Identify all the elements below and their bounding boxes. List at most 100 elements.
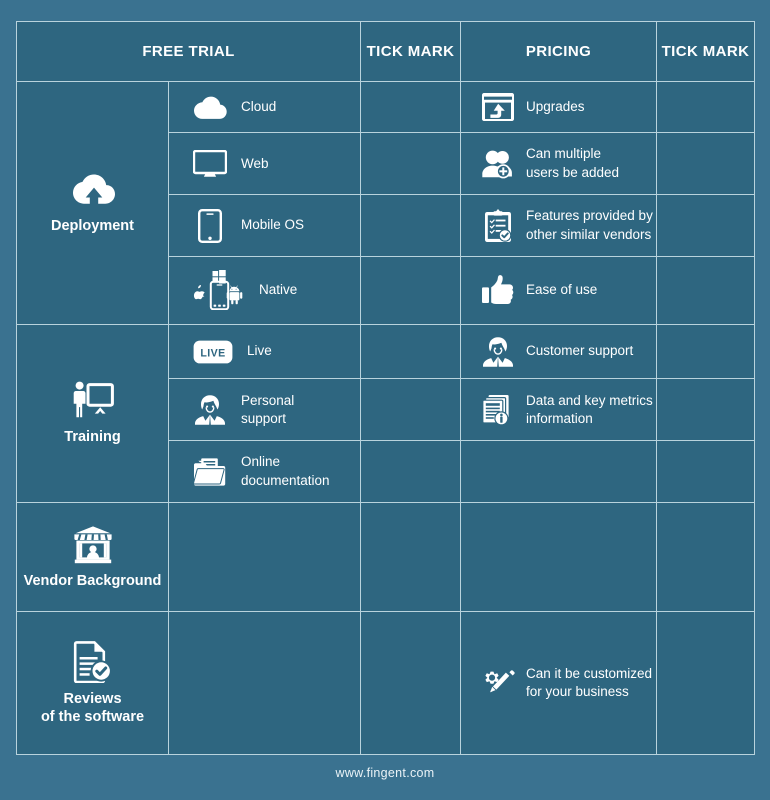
header-tick-mark-2: TICK MARK — [656, 21, 755, 82]
feature-label: Features provided by other similar vendo… — [526, 208, 653, 242]
feature-label: Ease of use — [526, 282, 598, 298]
tick-cell-pricing[interactable] — [656, 323, 755, 380]
feature-cell-personal-support: Personal support — [168, 378, 361, 442]
header-free-trial: FREE TRIAL — [16, 21, 361, 82]
feature-cell-live: LIVE Live — [168, 323, 361, 380]
tick-mark-value — [657, 82, 754, 132]
table-row: Deployment Cloud Upgrades — [16, 80, 755, 325]
matrix-table: FREE TRIAL TICK MARK PRICING TICK MARK D… — [16, 21, 755, 755]
tick-cell-pricing[interactable] — [656, 132, 755, 196]
feature-label: Data and key metrics information — [526, 392, 653, 426]
feature-cell-native: Native — [168, 255, 361, 325]
header-pricing: PRICING — [460, 21, 657, 82]
feature-label: Customer support — [526, 343, 634, 359]
tick-mark-value — [657, 379, 754, 440]
category-cell-training: Training — [16, 323, 169, 504]
tick-mark-value — [361, 325, 460, 379]
feature-label: Online documentation — [241, 454, 330, 488]
footer-url[interactable]: www.fingent.com — [336, 766, 435, 780]
tick-cell-pricing[interactable] — [656, 502, 755, 613]
feature-label — [169, 612, 360, 754]
feature-label: Can multiple users be added — [526, 146, 620, 180]
tick-cell-free-trial[interactable] — [360, 255, 461, 325]
header-pricing-label: PRICING — [525, 43, 592, 60]
header-tick-mark-1: TICK MARK — [360, 21, 461, 82]
monitor-icon — [193, 149, 227, 178]
tick-cell-pricing[interactable] — [656, 378, 755, 442]
tick-mark-value — [657, 257, 754, 324]
tick-mark-value — [657, 325, 754, 379]
feature-cell-web: Web — [168, 132, 361, 196]
tick-cell-free-trial[interactable] — [360, 502, 461, 613]
gear-pencil-icon — [481, 668, 515, 698]
tick-cell-free-trial[interactable] — [360, 80, 461, 134]
native-platforms-icon — [193, 270, 245, 311]
feature-cell-data-metrics: Data and key metrics information — [460, 378, 657, 442]
category-label: Vendor Background — [23, 572, 162, 589]
tick-cell-free-trial[interactable] — [360, 611, 461, 755]
category-label: Deployment — [51, 218, 134, 235]
tick-cell-pricing[interactable] — [656, 440, 755, 504]
tick-cell-free-trial[interactable] — [360, 323, 461, 380]
add-user-icon — [481, 149, 515, 179]
tick-cell-pricing[interactable] — [656, 255, 755, 325]
tick-mark-value — [657, 195, 754, 256]
tick-mark-value — [361, 257, 460, 324]
support-agent-icon — [193, 394, 227, 426]
feature-label: Cloud — [241, 99, 277, 114]
category-label: Training — [64, 428, 121, 445]
smartphone-icon — [193, 208, 227, 243]
table-row: Training LIVE Live Customer support — [16, 323, 755, 504]
storefront-icon — [71, 525, 115, 565]
feature-label: Can it be customized for your business — [526, 665, 653, 700]
table-header-row: FREE TRIAL TICK MARK PRICING TICK MARK — [16, 21, 755, 82]
header-free-trial-label: FREE TRIAL — [142, 43, 235, 60]
tick-mark-value — [361, 441, 460, 502]
footer: www.fingent.com — [0, 766, 770, 780]
table-row: Reviews of the software Can it be custom… — [16, 611, 755, 755]
tick-mark-value — [361, 503, 460, 611]
tick-mark-value — [361, 195, 460, 256]
feature-cell-upgrades: Upgrades — [460, 80, 657, 134]
tick-mark-value — [657, 441, 754, 502]
category-cell-deployment: Deployment — [16, 81, 169, 325]
tick-mark-value — [361, 612, 460, 754]
tick-mark-value — [361, 82, 460, 132]
tick-cell-pricing[interactable] — [656, 194, 755, 257]
header-tick-mark-2-label: TICK MARK — [661, 43, 750, 60]
feature-label: Personal support — [241, 392, 295, 426]
tick-cell-pricing[interactable] — [656, 611, 755, 755]
feature-label — [461, 503, 656, 611]
feature-cell-empty — [168, 502, 361, 613]
table-row: Vendor Background — [16, 502, 755, 613]
header-tick-mark-1-label: TICK MARK — [366, 43, 455, 60]
live-badge-icon: LIVE — [193, 340, 233, 364]
category-label: Reviews of the software — [40, 690, 145, 725]
tick-mark-value — [361, 133, 460, 194]
feature-label: Live — [247, 343, 272, 359]
feature-cell-mobile-os: Mobile OS — [168, 194, 361, 257]
feature-cell-cloud: Cloud — [168, 80, 361, 134]
feature-cell-empty — [460, 440, 657, 504]
tick-cell-free-trial[interactable] — [360, 378, 461, 442]
tick-mark-value — [657, 133, 754, 194]
cloud-icon — [193, 95, 227, 120]
feature-cell-multiple-users: Can multiple users be added — [460, 132, 657, 196]
svg-text:LIVE: LIVE — [200, 347, 225, 359]
tick-cell-free-trial[interactable] — [360, 440, 461, 504]
category-cell-reviews: Reviews of the software — [16, 611, 169, 755]
feature-label — [169, 503, 360, 611]
category-cell-vendor-background: Vendor Background — [16, 502, 169, 613]
documents-info-icon — [481, 394, 515, 426]
tick-cell-free-trial[interactable] — [360, 132, 461, 196]
feature-cell-ease-of-use: Ease of use — [460, 255, 657, 325]
tick-mark-value — [657, 503, 754, 611]
feature-cell-empty — [168, 611, 361, 755]
feature-label: Upgrades — [526, 99, 585, 114]
presentation-trainer-icon — [72, 381, 114, 421]
feature-label: Web — [241, 155, 269, 171]
tick-mark-value — [361, 379, 460, 440]
tick-cell-pricing[interactable] — [656, 80, 755, 134]
comparison-matrix: FREE TRIAL TICK MARK PRICING TICK MARK D… — [16, 21, 755, 755]
tick-cell-free-trial[interactable] — [360, 194, 461, 257]
